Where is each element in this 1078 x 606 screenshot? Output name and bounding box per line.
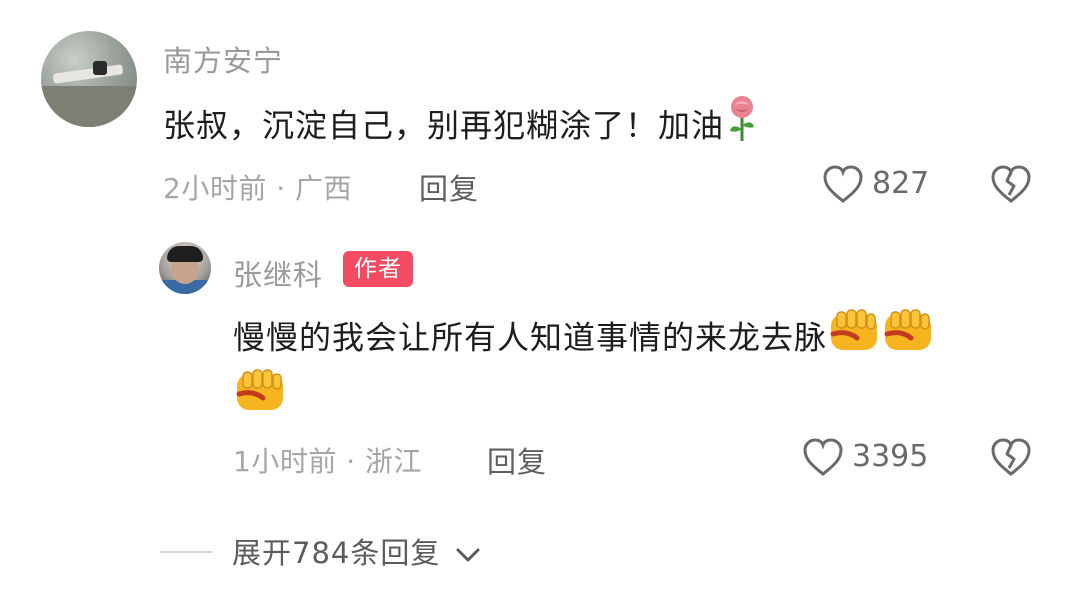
reply-text-content: 慢慢的我会让所有人知道事情的来龙去脉	[233, 318, 828, 357]
fist-icon	[881, 306, 935, 373]
like-button[interactable]	[822, 165, 864, 209]
reply-like-count: 3395	[852, 439, 929, 474]
chevron-down-icon	[456, 548, 480, 562]
like-count: 827	[872, 166, 930, 201]
broken-heart-icon	[991, 438, 1031, 476]
fist-icon	[827, 306, 881, 373]
divider	[160, 551, 212, 553]
reply-avatar[interactable]	[159, 242, 211, 294]
reply-username[interactable]: 张继科	[233, 252, 323, 294]
broken-heart-icon	[991, 165, 1031, 203]
rose-icon	[724, 95, 760, 160]
comment-text: 张叔，沉淀自己，别再犯糊涂了！加油	[163, 95, 760, 160]
reply-dislike-button[interactable]	[990, 438, 1032, 482]
comment-text-content: 张叔，沉淀自己，别再犯糊涂了！加油	[163, 106, 725, 145]
reply-text: 慢慢的我会让所有人知道事情的来龙去脉	[233, 306, 935, 373]
comment-username[interactable]: 南方安宁	[163, 38, 283, 80]
author-badge: 作者	[343, 251, 413, 287]
avatar[interactable]	[41, 31, 137, 127]
heart-icon	[823, 165, 863, 203]
expand-replies-button[interactable]: 展开784条回复	[232, 530, 481, 572]
reply-time-location: 1小时前 · 浙江	[233, 445, 423, 478]
reply-reply-button[interactable]: 回复	[487, 439, 547, 481]
dislike-button[interactable]	[990, 165, 1032, 209]
reply-like-button[interactable]	[802, 438, 844, 482]
reply-button[interactable]: 回复	[419, 166, 479, 208]
comment-time-location: 2小时前 · 广西	[163, 172, 353, 205]
heart-icon	[803, 438, 843, 476]
expand-replies-label: 展开784条回复	[232, 536, 441, 570]
fist-icon	[233, 366, 287, 420]
